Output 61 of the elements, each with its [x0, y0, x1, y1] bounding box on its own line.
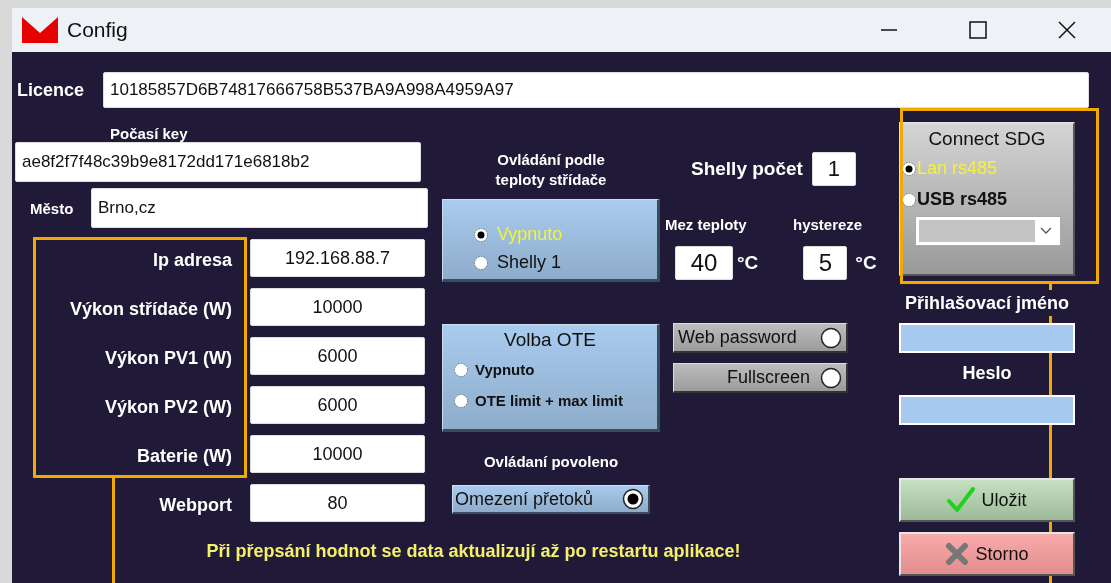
maximize-icon	[967, 20, 988, 40]
radio-label[interactable]: Vypnuto	[475, 361, 535, 378]
password-field[interactable]	[899, 395, 1075, 425]
section-heading: Ovládání podle teploty střídače	[494, 150, 608, 190]
radio-unselected[interactable]	[453, 392, 469, 409]
toggle-off-icon[interactable]	[820, 366, 842, 389]
licence-field[interactable]: 10185857D6B74817666758B537BA9A998A4959A97	[103, 72, 1089, 108]
radio-unselected[interactable]	[473, 254, 489, 271]
radio-unselected[interactable]	[901, 191, 917, 208]
input-field[interactable]: 192.168.88.7	[250, 239, 425, 277]
input-field[interactable]: 6000	[250, 337, 425, 375]
minimize-icon	[880, 29, 897, 31]
toggle-button[interactable]: Web password	[673, 323, 848, 353]
field-label: Výkon PV2 (W)	[103, 395, 232, 418]
field-label: Výkon střídače (W)	[68, 297, 232, 320]
radio-label[interactable]: OTE limit + max limit	[475, 392, 623, 409]
panel-title: Connect SDG	[927, 128, 1047, 150]
logo-icon	[22, 17, 58, 43]
notice-text: Při přepsání hodnot se data aktualizují až po restartu aplikace!	[205, 541, 742, 563]
field-label: Počasí key	[110, 125, 189, 142]
close-icon	[1056, 20, 1077, 40]
city-field[interactable]: Brno,cz	[91, 188, 428, 228]
window-title: Config	[67, 18, 129, 42]
field-label: Město	[29, 199, 75, 217]
radio-unselected[interactable]	[453, 361, 469, 378]
hysteresis-field[interactable]: 5	[803, 246, 848, 280]
field-label: Shelly počet	[691, 158, 803, 180]
toggle-button[interactable]: Fullscreen	[673, 363, 848, 393]
toggle-on-icon[interactable]	[622, 488, 644, 510]
weather-key-field[interactable]: ae8f2f7f48c39b9e8172dd171e6818b2	[15, 142, 421, 182]
input-field[interactable]: 10000	[250, 435, 425, 473]
input-field[interactable]: 80	[250, 484, 425, 522]
radio-selected[interactable]	[473, 226, 489, 243]
field-label: hystereze	[793, 216, 863, 233]
field-label: Přihlašovací jméno	[903, 293, 1071, 314]
cross-icon	[945, 542, 970, 566]
field-label: Baterie (W)	[136, 444, 232, 467]
field-label: Licence	[16, 79, 86, 101]
unit-label: °C	[855, 252, 877, 274]
input-field[interactable]: 10000	[250, 288, 425, 326]
field-label: Výkon PV1 (W)	[103, 346, 232, 369]
section-heading: Ovládaní povoleno	[482, 452, 620, 472]
toggle-off-icon[interactable]	[820, 326, 842, 349]
save-button[interactable]: Uložit	[899, 478, 1075, 522]
cancel-button[interactable]: Storno	[899, 532, 1075, 576]
check-icon	[947, 487, 976, 513]
input-field[interactable]: 6000	[250, 386, 425, 424]
radio-label[interactable]: USB rs485	[917, 189, 1008, 210]
count-field[interactable]: 1	[811, 152, 856, 186]
field-label: Webport	[158, 493, 232, 516]
temperature-field[interactable]: 40	[675, 246, 733, 280]
radio-selected[interactable]	[901, 160, 917, 177]
port-dropdown[interactable]	[915, 216, 1061, 246]
radio-label[interactable]: Shelly 1	[497, 252, 562, 273]
field-label: Ip adresa	[151, 248, 232, 271]
unit-label: °C	[737, 252, 759, 274]
field-label: Mez teploty	[665, 216, 748, 233]
field-label: Heslo	[961, 363, 1013, 384]
username-field[interactable]	[899, 323, 1075, 353]
toggle-button[interactable]: Omezení přetoků	[452, 485, 650, 514]
panel-title: Volba OTE	[503, 329, 597, 351]
